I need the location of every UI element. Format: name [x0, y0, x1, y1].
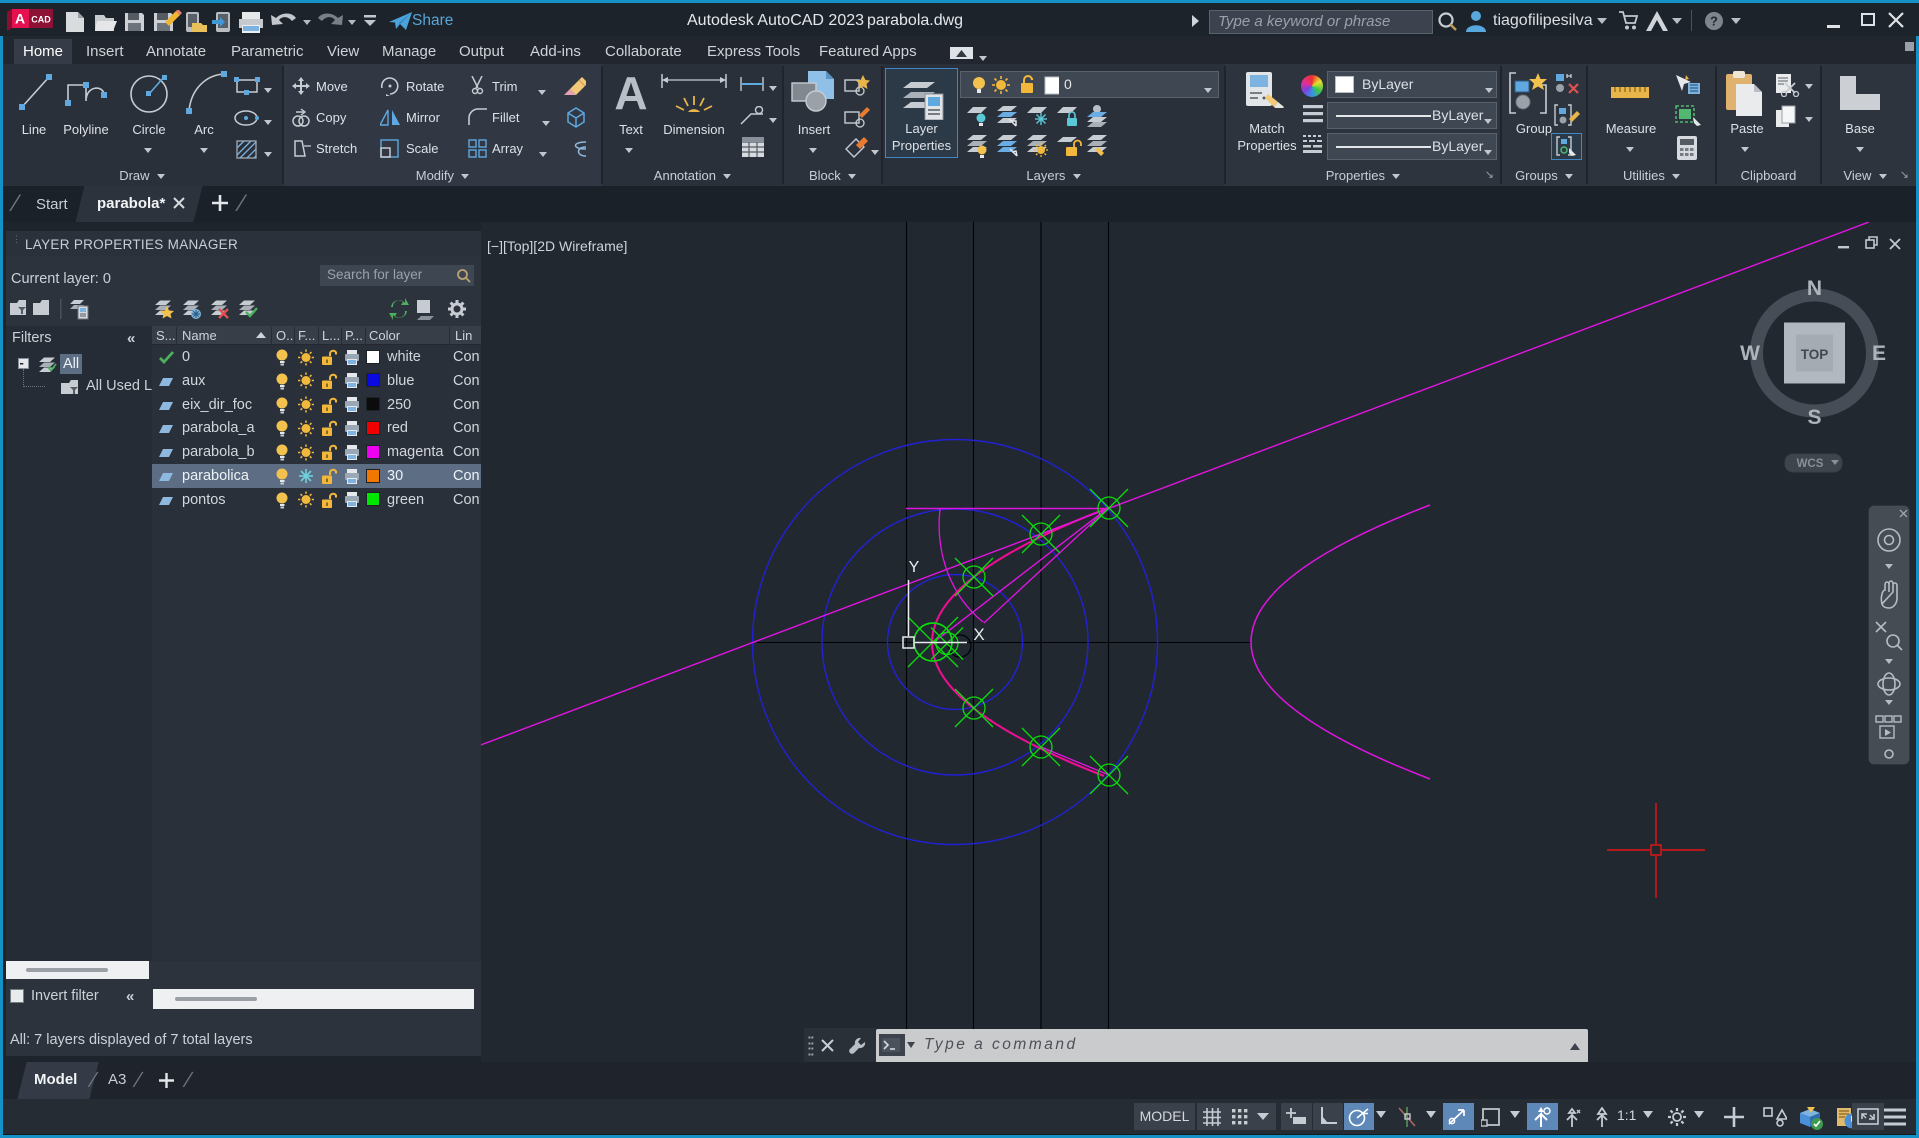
svg-text:Y: Y — [909, 559, 920, 576]
svg-text:W: W — [1740, 342, 1760, 365]
svg-text:X: X — [973, 625, 984, 644]
svg-text:A: A — [15, 11, 25, 27]
svg-text:CAD: CAD — [31, 15, 51, 25]
svg-text:S: S — [1807, 406, 1821, 429]
svg-text:?: ? — [1710, 14, 1718, 29]
svg-text:[−][Top][2D Wireframe]: [−][Top][2D Wireframe] — [487, 238, 627, 254]
svg-text:TOP: TOP — [1801, 347, 1829, 362]
svg-text:E: E — [1872, 342, 1886, 365]
svg-text:N: N — [1807, 277, 1822, 300]
svg-text:WCS: WCS — [1797, 458, 1824, 470]
